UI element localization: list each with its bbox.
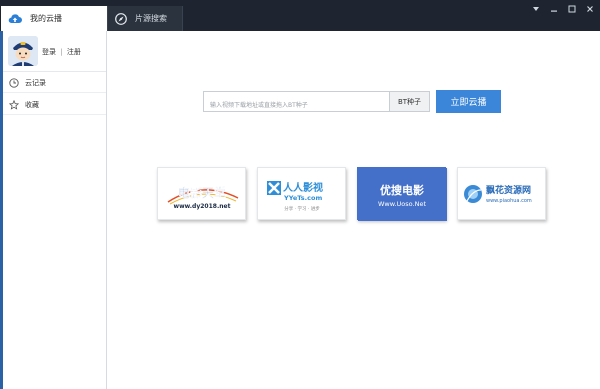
site-tile-dy2018[interactable]: 电影天堂 www.dy2018.net: [157, 167, 246, 220]
sidebar: 登录 | 注册 云记录 收藏: [0, 31, 107, 389]
site-url: www.piaohua.com: [486, 198, 532, 204]
cloud-play-button[interactable]: 立即云播: [436, 90, 501, 113]
auth-separator: |: [60, 48, 63, 56]
auth-links: 登录 | 注册: [42, 47, 81, 57]
site-title: 飘花资源网: [486, 184, 531, 196]
star-icon: [9, 99, 19, 110]
minimize-icon[interactable]: [545, 0, 563, 18]
site-title: 电影天堂: [178, 185, 226, 200]
user-panel: 登录 | 注册: [3, 31, 106, 72]
avatar[interactable]: [8, 36, 38, 66]
clock-icon: [9, 77, 19, 88]
sidebar-item-label: 云记录: [25, 78, 46, 87]
site-title: 人人影视: [283, 181, 323, 194]
url-input-box: [203, 91, 390, 115]
close-icon[interactable]: [581, 0, 599, 18]
register-link[interactable]: 注册: [67, 48, 81, 56]
site-slogan: 分享 · 学习 · 进步: [284, 205, 320, 212]
site-tile-piaohua[interactable]: 飘花资源网 www.piaohua.com: [457, 167, 546, 220]
tab-my-cloud[interactable]: 我的云播: [1, 6, 107, 31]
sidebar-item-label: 收藏: [25, 100, 39, 109]
site-url: www.dy2018.net: [174, 203, 231, 210]
compass-icon: [115, 12, 127, 25]
tab-source-search-label: 片源搜索: [135, 14, 167, 23]
maximize-icon[interactable]: [563, 0, 581, 18]
tab-source-search[interactable]: 片源搜索: [107, 6, 183, 31]
login-link[interactable]: 登录: [42, 48, 56, 56]
menu-dropdown-icon[interactable]: [527, 0, 545, 18]
title-bar: 我的云播 片源搜索: [0, 0, 600, 31]
site-url: Www.Uoso.Net: [378, 200, 426, 208]
site-url: YYeTs.com: [283, 194, 322, 202]
url-input[interactable]: [204, 96, 389, 115]
sidebar-item-favorites[interactable]: 收藏: [3, 95, 106, 115]
bt-seed-button[interactable]: BT种子: [390, 91, 430, 112]
cloud-upload-icon: [8, 13, 22, 24]
site-title: 优搜电影: [380, 183, 424, 197]
tab-my-cloud-label: 我的云播: [30, 14, 62, 23]
sidebar-item-cloud-history[interactable]: 云记录: [3, 73, 106, 93]
site-tile-uoso[interactable]: 优搜电影 Www.Uoso.Net: [357, 167, 447, 221]
site-tile-yyets[interactable]: 人人影视 YYeTs.com 分享 · 学习 · 进步: [257, 167, 346, 220]
